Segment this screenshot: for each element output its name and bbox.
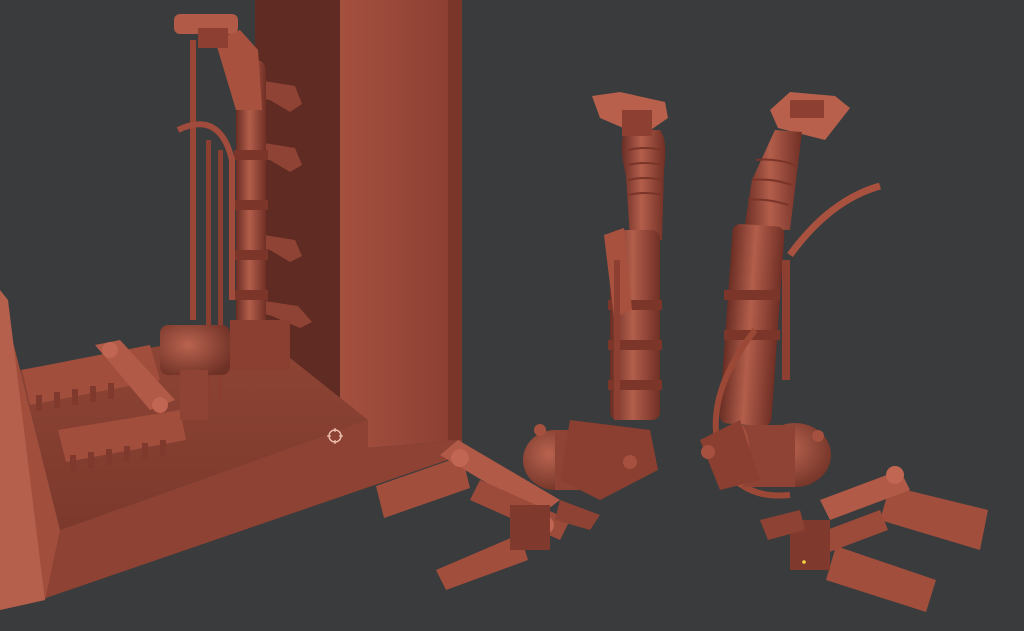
display-box[interactable] bbox=[0, 0, 462, 610]
lever-assembly-rear[interactable] bbox=[700, 92, 988, 612]
3d-viewport[interactable] bbox=[0, 0, 1024, 631]
box-right-pillar-side bbox=[448, 0, 462, 440]
box-right-pillar bbox=[340, 0, 462, 448]
